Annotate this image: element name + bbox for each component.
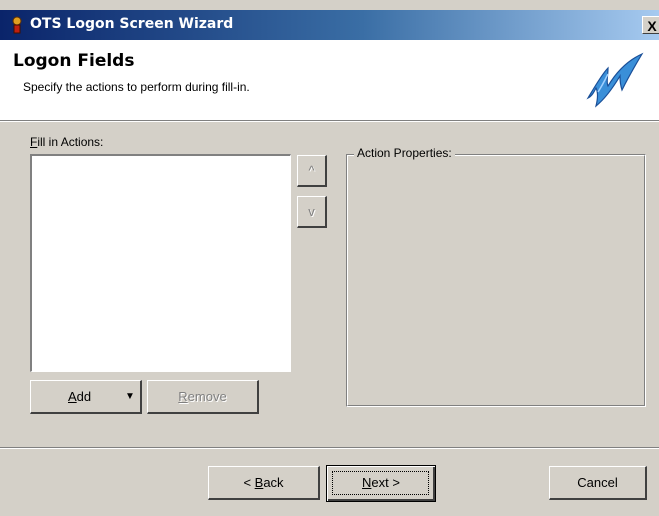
remove-text: emove	[187, 389, 227, 404]
back-text: ack	[263, 475, 284, 490]
action-properties-frame	[347, 155, 645, 406]
add-button-label: Add	[68, 381, 91, 413]
add-button[interactable]: Add ▼	[30, 380, 142, 414]
wizard-window: OTS Logon Screen Wizard X Logon Fields S…	[0, 0, 659, 516]
focus-rectangle	[332, 471, 429, 495]
close-button[interactable]: X	[642, 16, 659, 34]
add-accel: A	[68, 389, 77, 404]
fill-label-text: ill in Actions:	[37, 135, 104, 149]
page-subtitle: Specify the actions to perform during fi…	[23, 80, 250, 94]
page-title: Logon Fields	[13, 51, 135, 71]
move-down-button[interactable]: v	[297, 196, 327, 228]
wizard-app-icon	[12, 16, 22, 34]
back-button[interactable]: < Back	[208, 466, 320, 500]
wizard-header: Logon Fields Specify the actions to perf…	[0, 40, 659, 121]
back-prefix: <	[243, 475, 255, 490]
fill-in-actions-label: Fill in Actions:	[30, 135, 103, 149]
remove-button[interactable]: Remove	[147, 380, 259, 414]
header-divider	[0, 121, 659, 122]
lightning-logo-icon	[586, 52, 644, 108]
footer-divider-highlight	[0, 448, 659, 449]
remove-accel: R	[178, 389, 188, 404]
dropdown-arrow-icon[interactable]: ▼	[125, 381, 135, 413]
action-properties-legend: Action Properties:	[354, 146, 455, 160]
move-up-button[interactable]: ^	[297, 155, 327, 187]
cancel-button[interactable]: Cancel	[549, 466, 647, 500]
fill-in-actions-list[interactable]	[30, 154, 291, 372]
add-text: dd	[76, 389, 92, 404]
title-bar[interactable]: OTS Logon Screen Wizard X	[0, 10, 659, 40]
next-button[interactable]: Next >	[326, 465, 436, 502]
action-properties-group: Action Properties:	[346, 146, 646, 407]
window-title: OTS Logon Screen Wizard	[30, 16, 234, 32]
